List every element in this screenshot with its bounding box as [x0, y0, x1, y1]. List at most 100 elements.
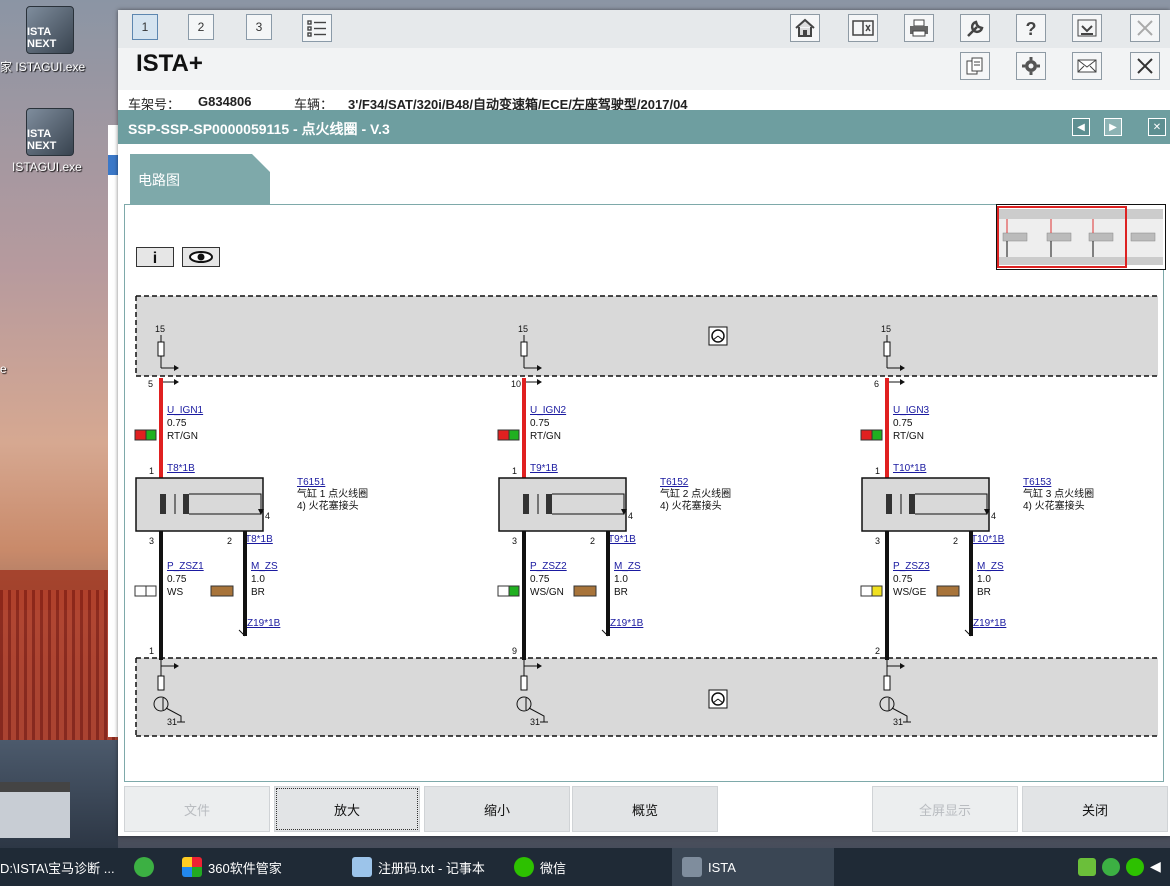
taskbar-item-ista-folder[interactable]: D:\ISTA\宝马诊断 ... [0, 848, 130, 886]
next-icon[interactable]: ▶ [1104, 118, 1122, 136]
diagram-label: BR [251, 587, 265, 598]
svg-text:i: i [153, 250, 157, 265]
wire-color-swatch [497, 429, 510, 441]
steering-icon [708, 326, 728, 346]
ista-icon [682, 857, 702, 877]
wechat-tray-icon[interactable] [1126, 858, 1144, 876]
pin-label: 2 [227, 536, 232, 546]
ground-point-link: Z19*1B [610, 618, 644, 629]
ignition-coil[interactable] [135, 477, 264, 532]
tab-1[interactable]: 1 [132, 14, 158, 40]
ignition-coil[interactable] [861, 477, 990, 532]
wire-color-swatch [134, 429, 147, 441]
wire-color-swatch [210, 585, 234, 597]
pin-label: 2 [953, 536, 958, 546]
terminal-15-label: 15 [518, 324, 528, 334]
wire-name-link: U_IGN1 [167, 405, 204, 416]
zoom-in-button[interactable]: 放大 [274, 786, 420, 832]
download-icon[interactable] [1072, 14, 1102, 42]
part-description: 气缸 1 点火线圈 [297, 487, 368, 500]
taskbar-item-ista[interactable]: ISTA [672, 848, 834, 886]
part-description: 气缸 3 点火线圈 [1023, 487, 1094, 500]
ista-desktop-icon[interactable]: ISTA NEXT [26, 6, 74, 54]
file-button[interactable]: 文件 [124, 786, 270, 832]
diagram-label: 0.75 [530, 574, 550, 585]
desktop-icon-label[interactable]: ISTAGUI.exe [12, 160, 82, 174]
documents-icon[interactable] [960, 52, 990, 80]
pin-label: 4 [991, 511, 996, 521]
taskbar-item-browser[interactable] [134, 848, 162, 886]
ista-window: 1 2 3 ? ISTA+ 车架号： G834806 车辆： 3'/F34/SA… [118, 10, 1170, 836]
taskbar: D:\ISTA\宝马诊断 ... 360软件管家 注册码.txt - 记事本 微… [0, 848, 1170, 886]
overview-thumbnail[interactable] [996, 204, 1166, 270]
pin-label: 4 [265, 511, 270, 521]
wire-name-link: M_ZS [251, 561, 278, 572]
volume-icon[interactable]: ◀ [1150, 858, 1168, 876]
diagram-label: 0.75 [893, 418, 913, 429]
taskbar-item-label: ISTA [708, 859, 736, 875]
pin-label: 1 [512, 466, 517, 476]
ignition-coil[interactable] [498, 477, 627, 532]
download-tray-icon[interactable] [1102, 858, 1120, 876]
vin-value: G834806 [198, 94, 252, 109]
part-number-link: T6152 [660, 477, 689, 488]
pin-label: 1 [875, 466, 880, 476]
taskbar-item-360[interactable]: 360软件管家 [182, 848, 332, 886]
app-manager-icon [182, 857, 202, 877]
home-icon[interactable] [790, 14, 820, 42]
terminal-15-label: 15 [155, 324, 165, 334]
close-icon[interactable] [1130, 14, 1160, 42]
desktop-icon-label[interactable]: 家 ISTAGUI.exe [0, 58, 85, 75]
zoom-out-button[interactable]: 缩小 [424, 786, 570, 832]
diagram-label: 0.75 [167, 574, 187, 585]
fullscreen-button[interactable]: 全屏显示 [872, 786, 1018, 832]
diagram-label: 0.75 [893, 574, 913, 585]
help-icon[interactable]: ? [1016, 14, 1046, 42]
vehicle-info-row: 车架号： G834806 车辆： 3'/F34/SAT/320i/B48/自动变… [118, 90, 1170, 112]
connector-link: T10*1B [971, 534, 1005, 545]
close-icon[interactable]: ✕ [1148, 118, 1166, 136]
diagram-label: 1.0 [977, 574, 991, 585]
close-button[interactable]: 关闭 [1022, 786, 1168, 832]
pin-label: 6 [874, 379, 879, 389]
diagram-label: 0.75 [167, 418, 187, 429]
split-view-icon[interactable] [848, 14, 878, 42]
gear-icon[interactable] [1016, 52, 1046, 80]
wire-name-link: P_ZSZ2 [530, 561, 567, 572]
app-title: ISTA+ [136, 50, 203, 77]
nvidia-icon[interactable] [1078, 858, 1096, 876]
desktop-edge-text: e [0, 362, 7, 376]
printer-icon[interactable] [904, 14, 934, 42]
document-titlebar: SSP-SSP-SP0000059115 - 点火线圈 - V.3 ◀ ▶ ✕ [118, 110, 1170, 144]
pin-label: 3 [875, 536, 880, 546]
diagram-label: RT/GN [530, 431, 561, 442]
overview-button[interactable]: 概览 [572, 786, 718, 832]
pin-label: 10 [511, 379, 521, 389]
steering-icon [708, 689, 728, 709]
tab-3[interactable]: 3 [246, 14, 272, 40]
taskbar-item-notepad[interactable]: 注册码.txt - 记事本 [352, 848, 512, 886]
tab-2[interactable]: 2 [188, 14, 214, 40]
connector-link: T9*1B [530, 463, 558, 474]
taskbar-item-wechat[interactable]: 微信 [514, 848, 664, 886]
ista-desktop-shortcut-icon[interactable]: ISTA NEXT [26, 108, 74, 156]
previous-icon[interactable]: ◀ [1072, 118, 1090, 136]
tab-circuit-diagram[interactable]: 电路图 [130, 154, 270, 204]
taskbar-item-label: 注册码.txt - 记事本 [378, 860, 485, 876]
wrench-icon[interactable] [960, 14, 990, 42]
list-icon[interactable] [302, 14, 332, 42]
close-icon[interactable] [1130, 52, 1160, 80]
eye-icon[interactable] [182, 247, 220, 267]
part-number-link: T6153 [1023, 477, 1052, 488]
wallpaper-house [0, 782, 70, 838]
part-description: 4) 火花塞接头 [1023, 499, 1085, 512]
mail-icon[interactable] [1072, 52, 1102, 80]
wire-color-swatch [860, 585, 873, 597]
pin-label: 1 [149, 646, 154, 656]
pin-label: 5 [148, 379, 153, 389]
info-icon[interactable]: i [136, 247, 174, 267]
part-number-link: T6151 [297, 477, 326, 488]
wire-name-link: U_IGN3 [893, 405, 930, 416]
browser-icon [134, 857, 154, 877]
wire-name-link: P_ZSZ1 [167, 561, 204, 572]
